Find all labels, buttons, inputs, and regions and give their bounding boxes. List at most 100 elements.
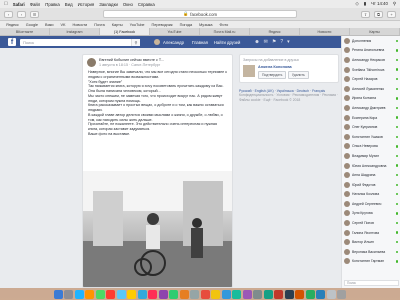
dock-app-icon[interactable] — [263, 289, 273, 299]
chat-contact[interactable]: Вероника Васильева — [342, 247, 400, 257]
menu-item[interactable]: История — [78, 2, 95, 7]
facebook-logo[interactable]: f — [8, 38, 16, 46]
post-timestamp[interactable]: 1 августа в 18:15 · Санкт-Петербург — [99, 63, 164, 68]
dock-app-icon[interactable] — [253, 289, 263, 299]
dock-app-icon[interactable] — [190, 289, 200, 299]
dock-app-icon[interactable] — [148, 289, 158, 299]
chat-contact[interactable]: Андрей Сергеевич — [342, 199, 400, 209]
tabs-overview-icon[interactable]: ⧉ — [374, 10, 383, 18]
chat-contact[interactable]: Ольга Неверова — [342, 142, 400, 152]
bookmark-link[interactable]: Переводчик — [152, 23, 173, 27]
back-icon[interactable]: ‹ — [4, 10, 13, 18]
confirm-button[interactable]: Подтвердить — [258, 71, 287, 79]
sidebar-icon[interactable]: ☰ — [30, 10, 39, 18]
bookmark-link[interactable]: Яндекс — [6, 23, 19, 27]
facebook-search-input[interactable]: Поиск ⚲ — [20, 38, 140, 46]
friend-requests-icon[interactable]: ☻ — [254, 39, 259, 45]
messages-icon[interactable]: ✉ — [264, 39, 268, 45]
dock-app-icon[interactable] — [295, 289, 305, 299]
browser-tab-active[interactable]: (1) Facebook — [100, 28, 150, 35]
chat-contact[interactable]: Сергей Попов — [342, 218, 400, 228]
chat-contact[interactable]: Виктор Ильин — [342, 237, 400, 247]
chat-contact[interactable]: Александр Дмитриев — [342, 103, 400, 113]
dock-app-icon[interactable] — [337, 289, 347, 299]
dock-app-icon[interactable] — [64, 289, 74, 299]
chat-contact[interactable]: Владимир Мухин — [342, 151, 400, 161]
avatar[interactable] — [243, 65, 255, 77]
dock-app-icon[interactable] — [95, 289, 105, 299]
dock-app-icon[interactable] — [242, 289, 252, 299]
notifications-icon[interactable]: ⚑ — [272, 39, 276, 45]
chat-contact[interactable]: Александр Некрасов — [342, 55, 400, 65]
browser-tab[interactable]: Новости — [300, 28, 350, 35]
dock-app-icon[interactable] — [232, 289, 242, 299]
bookmark-link[interactable]: Фото — [220, 23, 229, 27]
nav-home-link[interactable]: Главная — [192, 40, 208, 45]
dock-app-icon[interactable] — [116, 289, 126, 299]
browser-tab[interactable]: Яндекс — [250, 28, 300, 35]
chat-contact[interactable]: Наталья Козлова — [342, 190, 400, 200]
footer-links[interactable]: Конфиденциальность · Условия · Рекламода… — [239, 93, 339, 102]
dock-app-icon[interactable] — [305, 289, 315, 299]
browser-tab[interactable]: Карты — [350, 28, 400, 35]
bookmark-link[interactable]: VK — [60, 23, 65, 27]
chat-contact[interactable]: Регина Анатольевна — [342, 46, 400, 56]
chat-contact[interactable]: Анна Шадрина — [342, 170, 400, 180]
chat-contact[interactable]: Галина Яхонтова — [342, 228, 400, 238]
dock-app-icon[interactable] — [137, 289, 147, 299]
avatar[interactable] — [87, 58, 96, 67]
bookmark-link[interactable]: Новости — [73, 23, 88, 27]
search-icon[interactable]: ⚲ — [393, 1, 396, 7]
menu-item[interactable]: Справка — [138, 2, 155, 7]
wifi-icon[interactable]: ◇ — [355, 1, 358, 7]
bookmark-link[interactable]: Google — [26, 23, 38, 27]
chat-contact[interactable]: Олег Куприянов — [342, 122, 400, 132]
menu-item[interactable]: Safari — [13, 2, 25, 7]
menu-item[interactable]: Правка — [45, 2, 60, 7]
browser-tab[interactable]: Почта Mail.ru — [200, 28, 250, 35]
bookmark-link[interactable]: YouTube — [130, 23, 145, 27]
dock-app-icon[interactable] — [211, 289, 221, 299]
dock-app-icon[interactable] — [106, 289, 116, 299]
bookmark-link[interactable]: Карты — [112, 23, 123, 27]
chat-contact[interactable]: Сергей Назаров — [342, 74, 400, 84]
dock-app-icon[interactable] — [316, 289, 326, 299]
bookmark-link[interactable]: Вики — [45, 23, 53, 27]
delete-button[interactable]: Удалить — [287, 71, 309, 79]
menu-item[interactable]: Окно — [123, 2, 133, 7]
bookmark-link[interactable]: Музыка — [199, 23, 212, 27]
chat-contact[interactable]: Дополнения — [342, 36, 400, 46]
profile-link[interactable]: Александр — [154, 39, 184, 45]
chat-contact[interactable]: Юлия Александровна — [342, 161, 400, 171]
chat-contact[interactable]: Зуля Кругова — [342, 209, 400, 219]
chevron-down-icon[interactable]: ▾ — [287, 39, 290, 45]
dock-app-icon[interactable] — [179, 289, 189, 299]
chat-contact[interactable]: Svetlana Tikhomirova — [342, 65, 400, 75]
post-author[interactable]: Евгений Кобылин сейчас вместе с Т... — [99, 58, 164, 63]
bookmark-link[interactable]: Почта — [94, 23, 105, 27]
dock-app-icon[interactable] — [221, 289, 231, 299]
address-bar[interactable]: 🔒 facebook.com — [103, 10, 297, 18]
menu-item[interactable]: Файл — [30, 2, 41, 7]
dock-app-icon[interactable] — [274, 289, 284, 299]
help-icon[interactable]: ? — [280, 39, 283, 45]
battery-icon[interactable]: ▮ — [364, 1, 366, 7]
browser-tab[interactable]: ВКонтакте — [0, 28, 50, 35]
dock-app-icon[interactable] — [326, 289, 336, 299]
chat-contact[interactable]: Алексей Лукьяненко — [342, 84, 400, 94]
search-icon[interactable]: ⚲ — [131, 38, 140, 46]
dock-app-icon[interactable] — [158, 289, 168, 299]
forward-icon[interactable]: › — [17, 10, 26, 18]
chat-contact[interactable]: Ирина Колчина — [342, 94, 400, 104]
chat-search-input[interactable]: Поиск — [344, 280, 399, 286]
menu-item[interactable]: Закладки — [99, 2, 118, 7]
share-icon[interactable]: ⇧ — [361, 10, 370, 18]
friend-request-name[interactable]: Анжела Кононова — [258, 65, 309, 69]
dock-app-icon[interactable] — [169, 289, 179, 299]
browser-tab[interactable]: YouTube — [150, 28, 200, 35]
new-tab-icon[interactable]: + — [387, 10, 396, 18]
apple-icon[interactable]:  — [4, 1, 8, 7]
clock-text[interactable]: Чт 14:40 — [371, 1, 388, 7]
chat-contact[interactable]: Екатерина Кира — [342, 113, 400, 123]
bookmark-link[interactable]: Погода — [180, 23, 193, 27]
